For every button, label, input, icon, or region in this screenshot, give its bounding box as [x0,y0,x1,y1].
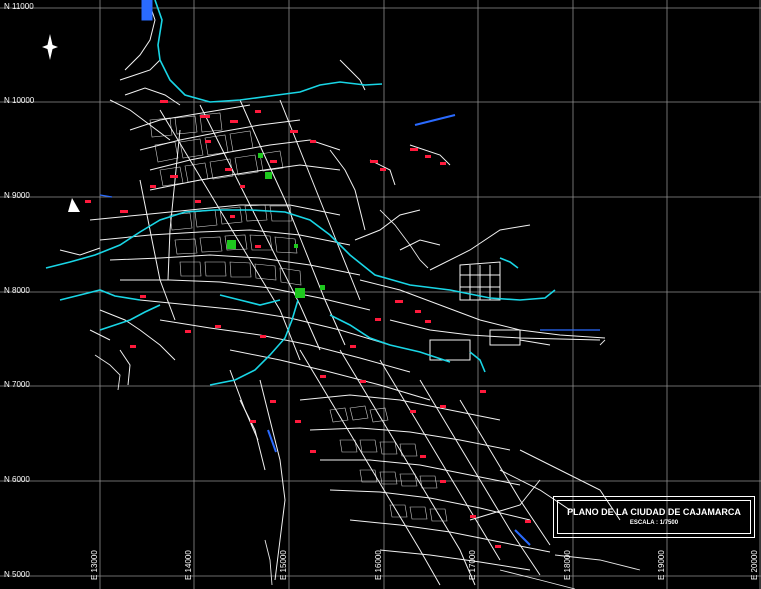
northing-label: N 8000 [4,286,30,295]
easting-label: E 19000 [657,550,666,580]
north-arrow-icon [42,34,58,60]
urban-blocks [149,112,448,522]
easting-label: E 20000 [750,550,759,580]
map-title: PLANO DE LA CIUDAD DE CAJAMARCA [567,507,741,517]
rivers [45,0,556,386]
northing-label: N 10000 [4,96,35,105]
title-block-inner-frame: PLANO DE LA CIUDAD DE CAJAMARCA ESCALA :… [557,500,751,534]
northing-label: N 5000 [4,570,30,579]
easting-label: E 13000 [90,550,99,580]
survey-marker-icon [68,198,80,212]
northing-label: N 11000 [4,2,34,11]
northing-label: N 9000 [4,191,30,200]
easting-label: E 18000 [563,550,572,580]
map-canvas: N 11000 N 10000 N 9000 N 8000 N 7000 N 6… [0,0,761,589]
map-scale: ESCALA : 1/7500 [629,520,679,526]
easting-label: E 15000 [279,550,288,580]
easting-label: E 17000 [468,550,477,580]
title-block: PLANO DE LA CIUDAD DE CAJAMARCA ESCALA :… [553,496,755,538]
northing-label: N 7000 [4,380,30,389]
easting-label: E 16000 [374,550,383,580]
northing-label: N 6000 [4,475,30,484]
easting-label: E 14000 [184,550,193,580]
